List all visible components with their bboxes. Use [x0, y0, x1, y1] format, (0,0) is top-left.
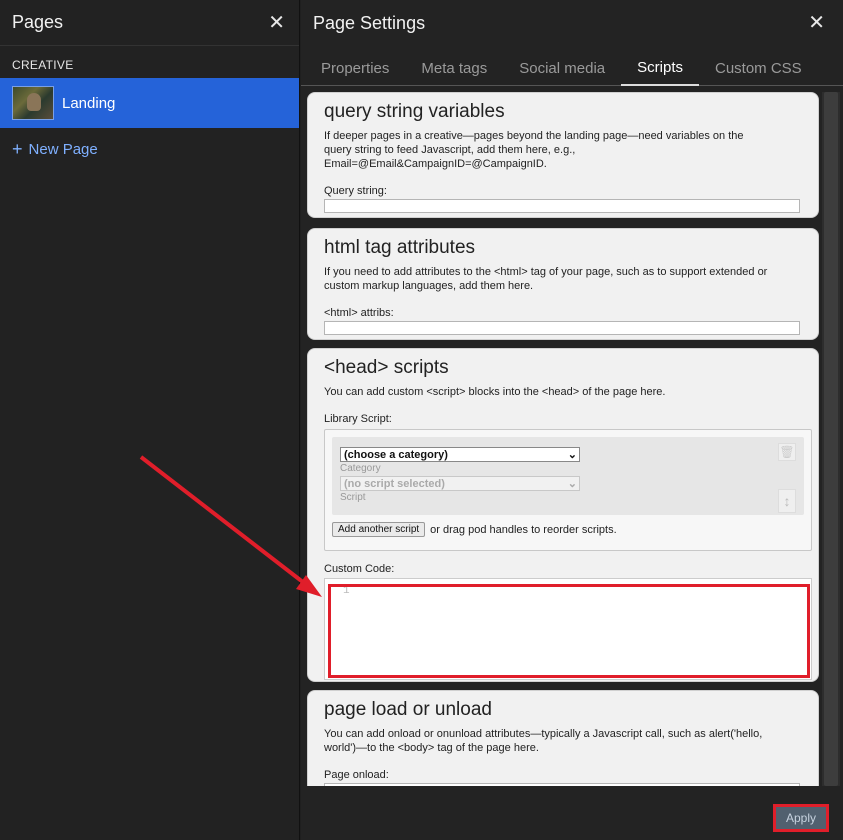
page-thumbnail [12, 86, 54, 120]
drag-handle-icon[interactable]: ↕ [778, 489, 796, 513]
settings-header: Page Settings ✕ [301, 0, 843, 46]
query-string-input[interactable] [324, 199, 800, 213]
html-attributes-input[interactable] [324, 321, 800, 335]
query-string-heading: query string variables [324, 101, 505, 122]
add-another-script-button[interactable]: Add another script [332, 522, 426, 537]
pages-title: Pages [12, 12, 64, 32]
page-load-heading: page load or unload [324, 699, 492, 720]
tab-scripts[interactable]: Scripts [621, 59, 699, 86]
library-script-box: (choose a category) ⌄ Category (no scrip… [324, 429, 812, 551]
annotation-highlight-box [328, 584, 810, 678]
plus-icon: + [12, 139, 23, 159]
page-settings-panel: Page Settings ✕ Properties Meta tags Soc… [301, 0, 843, 840]
script-select-value: (no script selected) [344, 477, 445, 490]
html-attributes-heading: html tag attributes [324, 237, 476, 258]
settings-scroll-area: query string variables If deeper pages i… [305, 88, 821, 786]
close-pages-icon[interactable]: ✕ [268, 13, 285, 33]
script-label: Script [340, 492, 366, 503]
page-load-card: page load or unload You can add onload o… [307, 690, 819, 786]
page-item-label: Landing [62, 94, 116, 112]
library-script-label: Library Script: [324, 413, 392, 425]
category-select[interactable]: (choose a category) ⌄ [340, 447, 580, 462]
pages-panel: Pages ✕ CREATIVE Landing + New Page [0, 0, 300, 840]
tab-social-media[interactable]: Social media [503, 60, 621, 85]
scrollbar-thumb[interactable] [824, 92, 838, 786]
chevron-down-icon: ⌄ [567, 478, 577, 490]
query-string-label: Query string: [324, 185, 387, 197]
tab-custom-css[interactable]: Custom CSS [699, 60, 818, 85]
script-select[interactable]: (no script selected) ⌄ [340, 476, 580, 491]
close-settings-icon[interactable]: ✕ [808, 13, 825, 33]
category-select-value: (choose a category) [344, 448, 448, 461]
tab-properties[interactable]: Properties [305, 60, 405, 85]
head-scripts-card: <head> scripts You can add custom <scrip… [307, 348, 819, 682]
trash-icon[interactable]: 🗑 [778, 443, 796, 461]
custom-code-label: Custom Code: [324, 563, 395, 575]
pages-header: Pages ✕ [0, 0, 299, 46]
new-page-label: New Page [28, 140, 98, 158]
scrollbar[interactable] [822, 92, 840, 786]
query-string-card: query string variables If deeper pages i… [307, 92, 819, 218]
add-script-hint: or drag pod handles to reorder scripts. [430, 523, 617, 536]
page-item-landing[interactable]: Landing [0, 78, 299, 128]
head-scripts-description: You can add custom <script> blocks into … [324, 386, 666, 398]
html-attributes-card: html tag attributes If you need to add a… [307, 228, 819, 340]
script-pod: (choose a category) ⌄ Category (no scrip… [332, 437, 804, 515]
settings-tabs: Properties Meta tags Social media Script… [301, 46, 843, 86]
query-string-description: If deeper pages in a creative—pages beyo… [324, 130, 744, 170]
html-attributes-label: <html> attribs: [324, 307, 394, 319]
category-label: Category [340, 463, 381, 474]
tab-meta-tags[interactable]: Meta tags [405, 60, 503, 85]
chevron-down-icon: ⌄ [567, 449, 577, 461]
custom-code-editor[interactable]: 1 [324, 578, 812, 680]
page-load-description: You can add onload or onunload attribute… [324, 728, 763, 754]
settings-title: Page Settings [313, 12, 426, 33]
settings-footer: Apply [301, 786, 843, 840]
add-script-row: Add another script or drag pod handles t… [332, 522, 804, 537]
new-page-button[interactable]: + New Page [0, 128, 299, 158]
apply-highlight-box: Apply [773, 804, 829, 832]
head-scripts-heading: <head> scripts [324, 357, 449, 378]
page-onload-label: Page onload: [324, 769, 389, 781]
apply-button[interactable]: Apply [776, 807, 826, 829]
html-attributes-description: If you need to add attributes to the <ht… [324, 266, 768, 292]
creative-section-label: CREATIVE [12, 58, 74, 72]
